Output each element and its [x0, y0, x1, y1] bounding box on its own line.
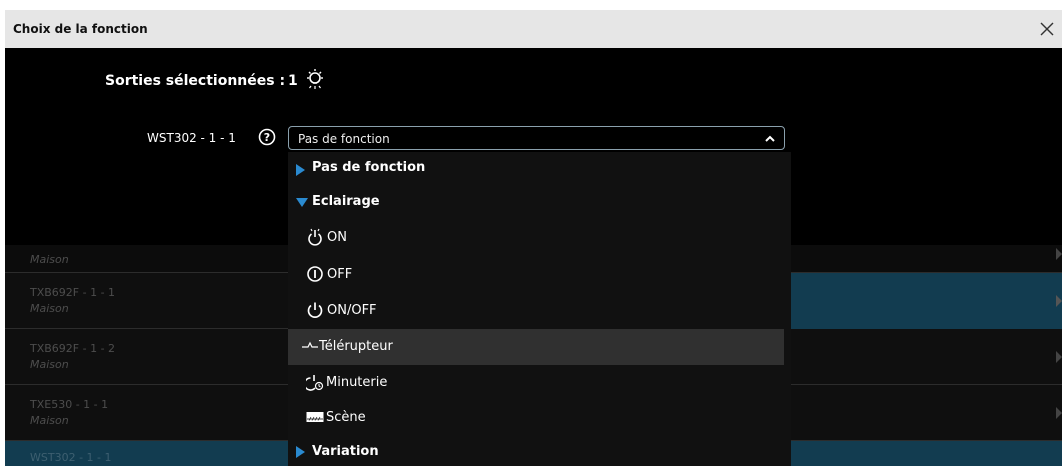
function-select[interactable]: Pas de fonction — [288, 126, 785, 150]
list-item-name: TXB692F - 1 - 2 — [30, 342, 116, 355]
list-item-name: TXE530 - 1 - 1 — [30, 398, 109, 411]
close-icon[interactable] — [1036, 18, 1058, 40]
selected-outputs-label: Sorties sélectionnées : — [105, 73, 286, 89]
list-item-selected-highlight — [791, 273, 1062, 329]
triangle-right-icon — [296, 164, 305, 176]
group-label: Eclairage — [312, 194, 380, 209]
list-item-location: Maison — [30, 253, 69, 266]
list-item-location: Maison — [30, 358, 69, 371]
chevron-right-icon — [1056, 351, 1062, 363]
power-on-icon — [308, 228, 322, 246]
impulse-relay-icon — [302, 341, 318, 348]
option-label: ON — [327, 230, 347, 245]
option-label: Télérupteur — [319, 339, 393, 354]
triangle-down-icon — [296, 198, 308, 207]
power-toggle-icon — [307, 302, 323, 318]
scene-icon — [306, 412, 324, 422]
option-scene[interactable]: Scène — [288, 400, 791, 436]
group-variation[interactable]: Variation — [288, 435, 791, 466]
list-item-name: TXB692F - 1 - 1 — [30, 286, 116, 299]
option-telerupteur[interactable]: Télérupteur — [288, 329, 784, 365]
selected-outputs-count: 1 — [288, 73, 298, 89]
help-icon[interactable]: ? — [258, 128, 276, 146]
chevron-up-icon — [765, 135, 775, 142]
group-label: Variation — [312, 444, 379, 459]
function-select-value: Pas de fonction — [298, 132, 390, 146]
option-label: ON/OFF — [327, 303, 377, 318]
option-label: OFF — [327, 267, 353, 282]
option-off[interactable]: OFF — [288, 257, 791, 293]
chevron-right-icon — [1056, 407, 1062, 419]
group-pas-de-fonction[interactable]: Pas de fonction — [288, 152, 791, 188]
light-bulb-icon — [307, 69, 323, 89]
function-dropdown-menu: Pas de fonction Eclairage ON OFF ON/OFF … — [288, 152, 791, 466]
list-item-location: Maison — [30, 302, 69, 315]
option-label: Scène — [326, 410, 366, 425]
output-name: WST302 - 1 - 1 — [147, 131, 236, 145]
option-on-off[interactable]: ON/OFF — [288, 293, 791, 329]
title-bar: Choix de la fonction — [5, 10, 1062, 48]
dialog-title: Choix de la fonction — [13, 22, 148, 36]
triangle-right-icon — [296, 446, 305, 458]
chevron-right-icon — [1056, 248, 1062, 260]
timer-icon — [306, 375, 324, 391]
list-item-location: Maison — [30, 414, 69, 427]
option-minuterie[interactable]: Minuterie — [288, 365, 791, 401]
chevron-right-icon — [1056, 295, 1062, 307]
power-off-icon — [307, 266, 323, 282]
option-on[interactable]: ON — [288, 220, 791, 256]
group-label: Pas de fonction — [312, 160, 426, 175]
function-choice-dialog: Choix de la fonction Sorties sélectionné… — [0, 0, 1062, 466]
svg-text:?: ? — [264, 131, 270, 144]
option-label: Minuterie — [326, 375, 388, 390]
list-item-name: WST302 - 1 - 1 — [30, 451, 112, 464]
dialog-content: Sorties sélectionnées : 1 WST302 - 1 - 1… — [5, 48, 1062, 466]
group-eclairage[interactable]: Eclairage — [288, 185, 791, 221]
